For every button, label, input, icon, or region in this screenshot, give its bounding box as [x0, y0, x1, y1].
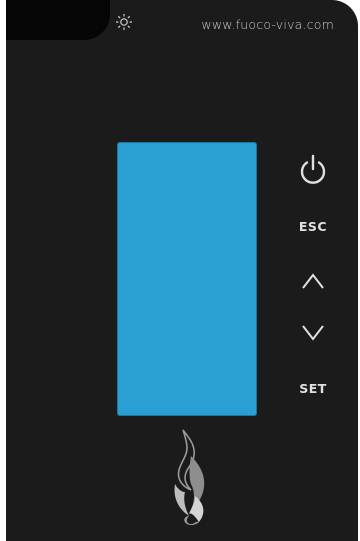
set-button[interactable]: SET	[288, 374, 338, 402]
brand-url: www.fuoco-viva.com	[201, 17, 334, 32]
chevron-up-icon	[302, 273, 324, 289]
down-button[interactable]	[288, 318, 338, 348]
panel-notch	[6, 0, 110, 40]
chevron-down-icon	[302, 325, 324, 341]
control-panel: www.fuoco-viva.com ESC SET	[6, 0, 358, 541]
sun-icon[interactable]	[115, 13, 133, 31]
esc-label: ESC	[298, 218, 328, 234]
up-button[interactable]	[288, 266, 338, 296]
lcd-display	[117, 142, 257, 416]
power-icon	[300, 154, 326, 184]
power-button[interactable]	[288, 150, 338, 190]
set-label: SET	[299, 380, 327, 396]
flame-icon	[174, 429, 205, 525]
esc-button[interactable]: ESC	[288, 212, 338, 240]
